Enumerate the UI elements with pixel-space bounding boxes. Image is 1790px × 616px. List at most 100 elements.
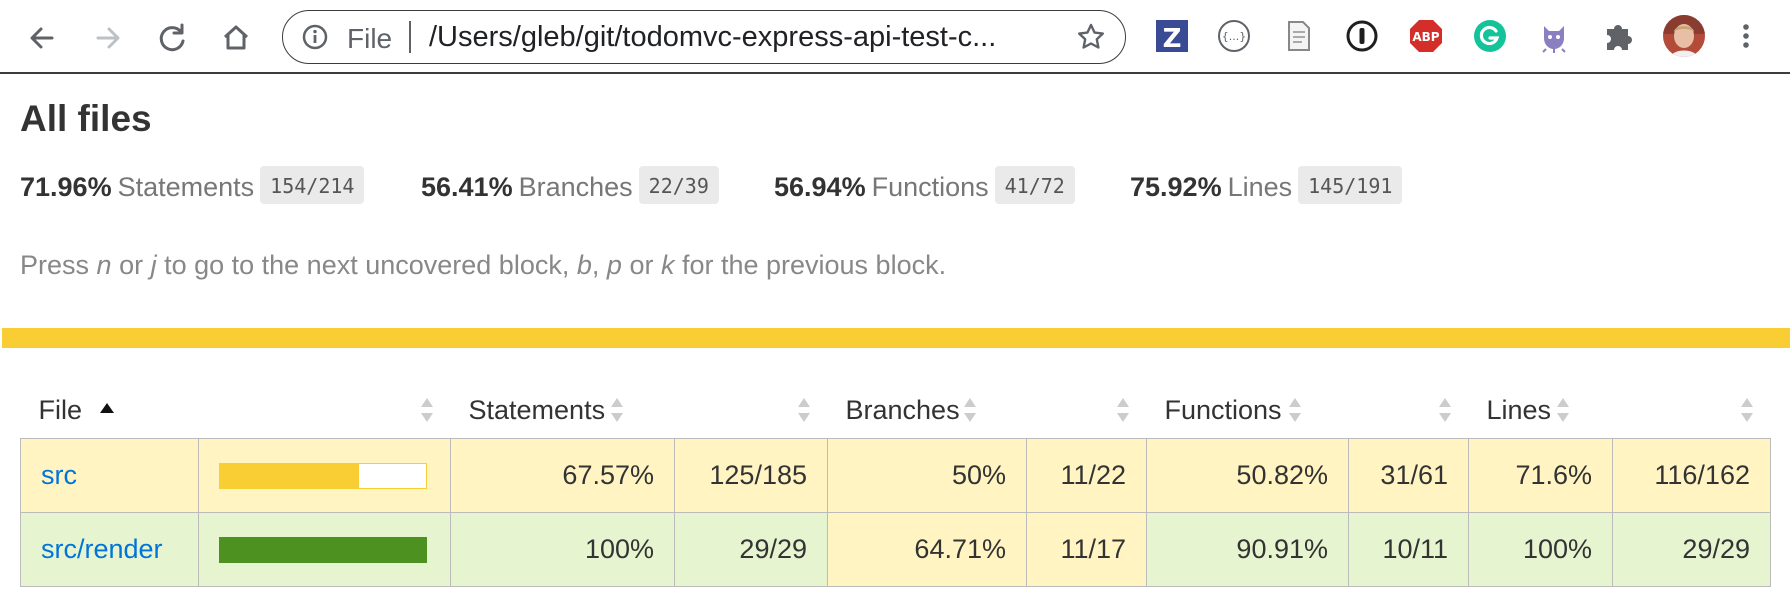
statements-fraction: 29/29 xyxy=(674,512,828,587)
header-statements-label: Statements xyxy=(468,394,606,425)
octocat-extension-icon[interactable] xyxy=(1534,16,1574,56)
home-icon[interactable] xyxy=(216,18,256,58)
summary-fraction: 145/191 xyxy=(1298,166,1403,204)
keyboard-hint: Press n or j to go to the next uncovered… xyxy=(20,250,946,281)
browser-toolbar: File /Users/gleb/git/todomvc-express-api… xyxy=(0,0,1790,74)
summary-branches: 56.41% Branches 22/39 xyxy=(421,166,719,204)
zotero-extension-label: Z xyxy=(1163,24,1182,54)
functions-fraction: 10/11 xyxy=(1348,512,1469,587)
chrome-menu-icon[interactable] xyxy=(1726,16,1766,56)
adblock-plus-extension-icon[interactable]: ABP xyxy=(1406,16,1446,56)
sort-arrows-icon xyxy=(1288,398,1301,422)
summary-fraction: 41/72 xyxy=(994,166,1075,204)
header-file-label: File xyxy=(38,394,83,425)
coverage-bar-cell xyxy=(198,512,451,587)
document-extension-icon[interactable] xyxy=(1278,16,1318,56)
url-separator xyxy=(409,21,411,53)
reload-icon[interactable] xyxy=(152,18,192,58)
table-row: src/render 100% 29/29 64.71% 11/17 90.91… xyxy=(20,512,1771,587)
summary-label: Branches xyxy=(518,172,633,202)
hint-key: k xyxy=(660,250,675,280)
coverage-bar-cell xyxy=(198,438,451,513)
profile-avatar[interactable] xyxy=(1662,14,1706,58)
coverage-status-bar xyxy=(2,328,1790,348)
header-lines-label: Lines xyxy=(1486,394,1552,425)
sort-arrows-icon xyxy=(1438,398,1451,422)
sort-arrows-icon xyxy=(610,398,623,422)
file-link[interactable]: src/render xyxy=(41,534,163,564)
lines-fraction: 29/29 xyxy=(1612,512,1771,587)
summary-label: Functions xyxy=(871,172,989,202)
forward-arrow-icon[interactable] xyxy=(88,18,128,58)
branches-pct: 64.71% xyxy=(827,512,1027,587)
file-cell: src xyxy=(20,438,199,513)
header-functions[interactable]: Functions xyxy=(1147,382,1349,439)
branches-fraction: 11/22 xyxy=(1026,438,1147,513)
sort-arrows-icon xyxy=(963,398,976,422)
hint-key: b xyxy=(576,250,592,280)
header-file-bar[interactable] xyxy=(199,382,451,439)
zotero-extension-icon[interactable]: Z xyxy=(1152,16,1192,56)
header-statements[interactable]: Statements xyxy=(451,382,675,439)
header-functions-raw[interactable] xyxy=(1349,382,1469,439)
lines-fraction: 116/162 xyxy=(1612,438,1771,513)
grammarly-extension-icon[interactable] xyxy=(1470,16,1510,56)
lines-pct: 71.6% xyxy=(1468,438,1613,513)
branches-pct: 50% xyxy=(827,438,1027,513)
summary-fraction: 154/214 xyxy=(260,166,365,204)
summary-pct: 56.94% xyxy=(774,172,866,202)
header-lines-raw[interactable] xyxy=(1613,382,1771,439)
url-text[interactable]: /Users/gleb/git/todomvc-express-api-test… xyxy=(429,21,996,54)
coverage-bar-fill xyxy=(220,463,360,488)
json-viewer-extension-label: {...} xyxy=(1222,30,1247,43)
json-viewer-extension-icon[interactable]: {...} xyxy=(1214,16,1254,56)
header-branches-label: Branches xyxy=(845,394,960,425)
file-cell: src/render xyxy=(20,512,199,587)
coverage-table: File Statements Branches Functions Lines… xyxy=(20,382,1771,587)
coverage-bar-fill xyxy=(220,537,426,562)
hint-text: for the previous block. xyxy=(674,250,947,280)
summary-fraction: 22/39 xyxy=(638,166,719,204)
header-branches-raw[interactable] xyxy=(1027,382,1147,439)
header-file[interactable]: File xyxy=(21,382,199,439)
summary-pct: 56.41% xyxy=(421,172,513,202)
hint-text: to go to the next uncovered block, xyxy=(156,250,577,280)
header-functions-label: Functions xyxy=(1164,394,1282,425)
hint-text: or xyxy=(111,250,151,280)
hint-text: Press xyxy=(20,250,97,280)
summary-label: Lines xyxy=(1227,172,1293,202)
sort-arrows-icon xyxy=(1556,398,1569,422)
address-bar[interactable]: File /Users/gleb/git/todomvc-express-api… xyxy=(282,10,1126,64)
bookmark-star-icon[interactable] xyxy=(1075,21,1107,53)
1password-extension-icon[interactable] xyxy=(1342,16,1382,56)
hint-text: , xyxy=(591,250,607,280)
header-lines[interactable]: Lines xyxy=(1469,382,1613,439)
info-icon[interactable] xyxy=(301,23,329,51)
table-header-row: File Statements Branches Functions Lines xyxy=(21,382,1771,439)
hint-text: or xyxy=(621,250,661,280)
url-scheme-label: File xyxy=(347,23,393,54)
sort-arrows-icon xyxy=(420,398,433,422)
back-arrow-icon[interactable] xyxy=(22,18,62,58)
extensions-puzzle-icon[interactable] xyxy=(1598,16,1638,56)
summary-pct: 75.92% xyxy=(1130,172,1222,202)
functions-pct: 50.82% xyxy=(1146,438,1349,513)
sort-arrows-icon xyxy=(1740,398,1753,422)
header-statements-raw[interactable] xyxy=(675,382,828,439)
hint-key: p xyxy=(606,250,622,280)
summary-pct: 71.96% xyxy=(20,172,112,202)
header-branches[interactable]: Branches xyxy=(828,382,1027,439)
coverage-bar xyxy=(219,462,427,489)
summary-label: Statements xyxy=(117,172,255,202)
summary-lines: 75.92% Lines 145/191 xyxy=(1130,166,1403,204)
lines-pct: 100% xyxy=(1468,512,1613,587)
summary-statements: 71.96% Statements 154/214 xyxy=(20,166,365,204)
file-link[interactable]: src xyxy=(41,460,77,490)
page-title: All files xyxy=(20,98,152,139)
statements-pct: 67.57% xyxy=(450,438,675,513)
adblock-plus-extension-label: ABP xyxy=(1412,30,1439,44)
functions-fraction: 31/61 xyxy=(1348,438,1469,513)
summary-functions: 56.94% Functions 41/72 xyxy=(774,166,1075,204)
sort-arrows-icon xyxy=(797,398,810,422)
statements-pct: 100% xyxy=(450,512,675,587)
